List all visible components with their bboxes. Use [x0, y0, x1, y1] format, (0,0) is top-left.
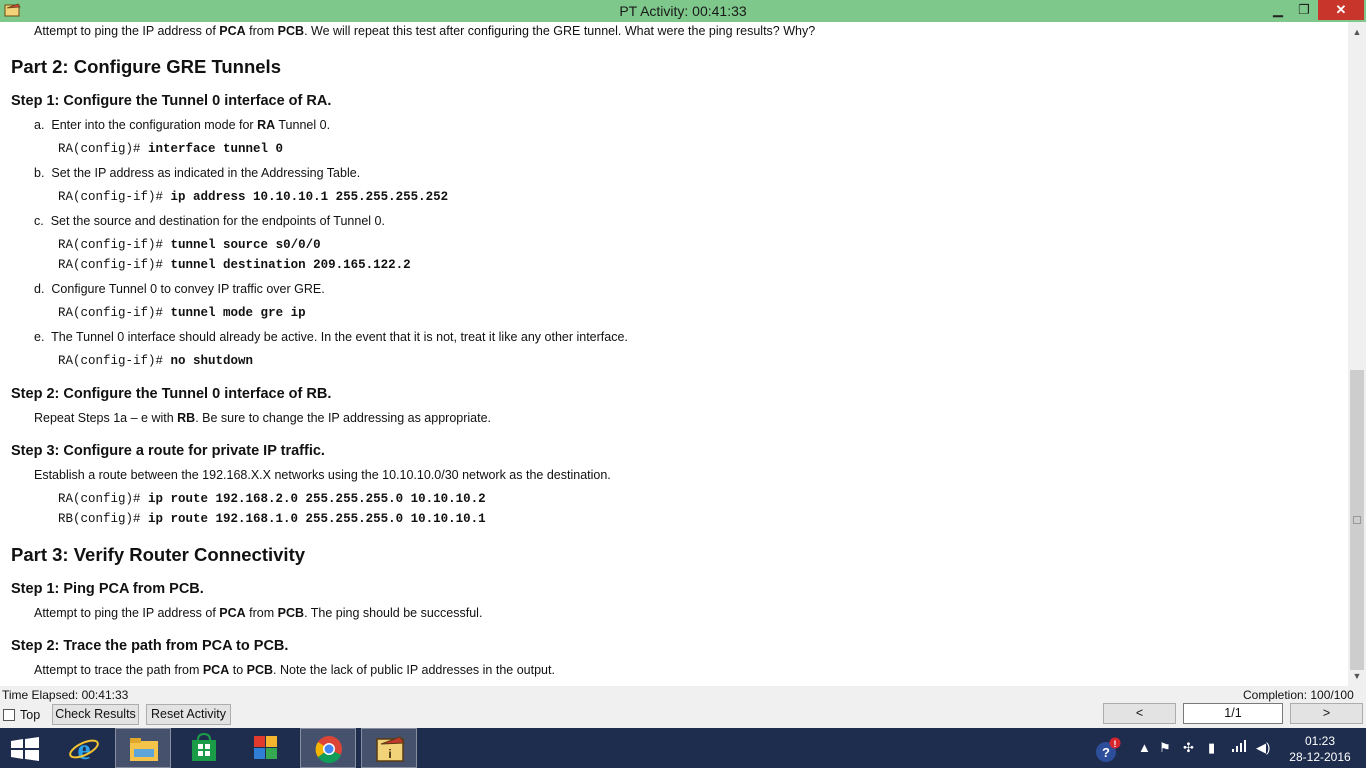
- part2-heading: Part 2: Configure GRE Tunnels: [11, 56, 281, 77]
- volume-icon[interactable]: ◀): [1256, 740, 1270, 756]
- vertical-scrollbar[interactable]: ▲ ▼: [1348, 22, 1366, 686]
- internet-explorer-icon[interactable]: e: [56, 728, 112, 768]
- close-button[interactable]: ✕: [1318, 0, 1364, 20]
- command-line: RB(config)# ip route 192.168.1.0 255.255…: [58, 512, 486, 526]
- step-d-text: d. Configure Tunnel 0 to convey IP traff…: [34, 282, 325, 296]
- check-results-button[interactable]: Check Results: [52, 704, 139, 725]
- step2-text: Repeat Steps 1a – e with RB. Be sure to …: [34, 411, 492, 425]
- part3-step2-text: Attempt to trace the path from PCA to PC…: [34, 663, 555, 677]
- scrollbar-grip-icon: [1353, 516, 1361, 524]
- file-explorer-icon[interactable]: [115, 728, 171, 768]
- time-elapsed: Time Elapsed: 00:41:33: [2, 688, 129, 702]
- page-indicator: 1/1: [1183, 703, 1283, 724]
- reset-activity-button[interactable]: Reset Activity: [146, 704, 231, 725]
- clock-date: 28-12-2016: [1289, 750, 1351, 764]
- part3-step1-text: Attempt to ping the IP address of PCA fr…: [34, 606, 483, 620]
- show-hidden-icons-icon[interactable]: ▲: [1138, 740, 1151, 755]
- notification-alert-icon[interactable]: ? !: [1094, 737, 1122, 766]
- step-c-text: c. Set the source and destination for th…: [34, 214, 385, 228]
- step-e-text: e. The Tunnel 0 interface should already…: [34, 330, 628, 344]
- completion-score: Completion: 100/100: [1243, 688, 1354, 702]
- taskbar: e i ? ! ▲ ⚑ ✣ ▮ ◀) 01:23 28-12-2016: [0, 728, 1366, 768]
- step-a-text: a. Enter into the configuration mode for…: [34, 118, 331, 132]
- svg-text:!: !: [1114, 739, 1117, 749]
- part3-step1-heading: Step 1: Ping PCA from PCB.: [11, 581, 204, 597]
- command-line: RA(config-if)# ip address 10.10.10.1 255…: [58, 190, 449, 204]
- title-bar: PT Activity: 00:41:33 ▁ ❐ ✕: [0, 0, 1366, 22]
- command-line: RA(config-if)# tunnel destination 209.16…: [58, 258, 411, 272]
- step1-heading: Step 1: Configure the Tunnel 0 interface…: [11, 93, 332, 109]
- clock-time: 01:23: [1304, 734, 1336, 748]
- scroll-up-arrow-icon[interactable]: ▲: [1348, 24, 1366, 40]
- minimize-button[interactable]: ▁: [1265, 0, 1291, 20]
- svg-text:e: e: [77, 733, 90, 766]
- intro-paragraph: Attempt to ping the IP address of PCA fr…: [34, 24, 816, 38]
- scroll-down-arrow-icon[interactable]: ▼: [1348, 668, 1366, 684]
- maximize-button[interactable]: ❐: [1291, 0, 1317, 20]
- command-line: RA(config)# ip route 192.168.2.0 255.255…: [58, 492, 486, 506]
- command-line: RA(config-if)# no shutdown: [58, 354, 254, 368]
- signal-strength-icon[interactable]: [1231, 740, 1247, 755]
- top-checkbox-label: Top: [20, 708, 41, 722]
- step-b-text: b. Set the IP address as indicated in th…: [34, 166, 361, 180]
- svg-text:i: i: [388, 747, 391, 761]
- chrome-icon[interactable]: [300, 728, 356, 768]
- action-center-flag-icon[interactable]: ⚑: [1159, 740, 1171, 756]
- battery-icon[interactable]: ▮: [1208, 740, 1215, 756]
- puzzle-app-icon[interactable]: [238, 728, 294, 768]
- step3-heading: Step 3: Configure a route for private IP…: [11, 443, 325, 459]
- previous-page-button[interactable]: <: [1103, 703, 1176, 724]
- store-icon[interactable]: [176, 728, 232, 768]
- activity-status-bar: Time Elapsed: 00:41:33 Completion: 100/1…: [0, 686, 1366, 728]
- step2-heading: Step 2: Configure the Tunnel 0 interface…: [11, 386, 332, 402]
- step3-text: Establish a route between the 192.168.X.…: [34, 468, 611, 482]
- part3-heading: Part 3: Verify Router Connectivity: [11, 544, 306, 565]
- system-clock[interactable]: 01:23 28-12-2016: [1282, 733, 1358, 765]
- part3-step2-heading: Step 2: Trace the path from PCA to PCB.: [11, 638, 289, 654]
- network-sharing-icon[interactable]: ✣: [1183, 740, 1194, 756]
- command-line: RA(config-if)# tunnel source s0/0/0: [58, 238, 321, 252]
- windows-start-icon[interactable]: [0, 728, 56, 768]
- packet-tracer-icon[interactable]: i: [361, 728, 417, 768]
- svg-text:?: ?: [1102, 745, 1110, 760]
- top-checkbox[interactable]: [3, 709, 15, 721]
- scrollbar-thumb[interactable]: [1350, 370, 1364, 670]
- window-title: PT Activity: 00:41:33: [619, 3, 747, 19]
- command-line: RA(config-if)# tunnel mode gre ip: [58, 306, 306, 320]
- instructions-content: Attempt to ping the IP address of PCA fr…: [0, 22, 1348, 686]
- next-page-button[interactable]: >: [1290, 703, 1363, 724]
- command-line: RA(config)# interface tunnel 0: [58, 142, 284, 156]
